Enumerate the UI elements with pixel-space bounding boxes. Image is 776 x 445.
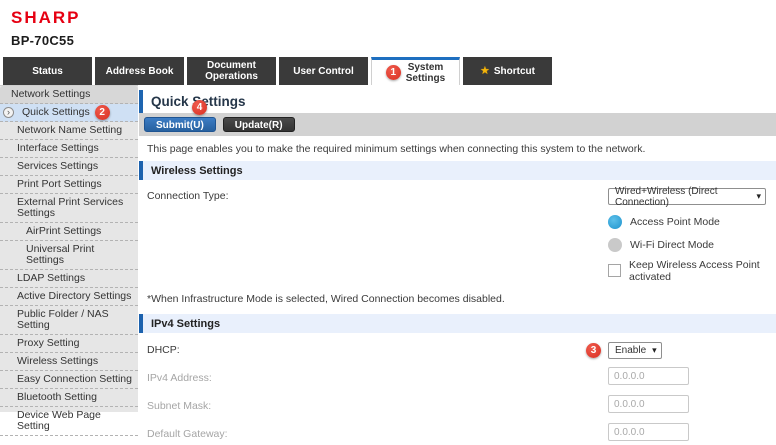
main-content: Quick Settings 4 Submit(U) Update(R) Thi… — [138, 85, 776, 412]
sidebar-item-external-print-services[interactable]: External Print Services Settings — [0, 194, 138, 223]
body: Network Settings › Quick Settings 2 Networ… — [0, 85, 776, 412]
tab-system-settings-label: System Settings — [406, 62, 445, 84]
sidebar-item-airprint-settings[interactable]: AirPrint Settings — [0, 223, 138, 241]
wifi-direct-mode-label: Wi-Fi Direct Mode — [630, 239, 714, 251]
access-point-mode-option: Access Point Mode — [608, 214, 776, 229]
wifi-direct-mode-radio[interactable] — [608, 238, 622, 252]
star-icon: ★ — [480, 66, 490, 77]
callout-badge-2: 2 — [95, 105, 110, 120]
current-page-arrow-icon: › — [3, 107, 14, 118]
ipv4-address-label: IPv4 Address: — [138, 370, 212, 387]
tab-user-control[interactable]: User Control — [279, 57, 368, 85]
sidebar-item-print-port-settings[interactable]: Print Port Settings — [0, 176, 138, 194]
sidebar-item-quick-settings-label: Quick Settings — [22, 106, 90, 118]
tab-bar: Status Address Book Document Operations … — [0, 57, 776, 85]
keep-wireless-ap-checkbox[interactable] — [608, 264, 621, 277]
sidebar-item-quick-settings[interactable]: › Quick Settings 2 — [0, 104, 138, 122]
subnet-mask-input — [608, 395, 689, 413]
page-description: This page enables you to make the requir… — [147, 143, 776, 155]
dhcp-select[interactable]: Enable ▾ — [608, 342, 662, 359]
ipv4-address-input — [608, 367, 689, 385]
keep-wireless-ap-option: Keep Wireless Access Point activated — [608, 263, 776, 278]
page-title: Quick Settings — [139, 90, 776, 113]
sidebar-item-device-web-page-setting[interactable]: Device Web Page Setting — [0, 407, 138, 436]
sidebar-item-wireless-settings[interactable]: Wireless Settings — [0, 353, 138, 371]
wifi-direct-mode-option: Wi-Fi Direct Mode — [608, 237, 776, 252]
subnet-mask-label: Subnet Mask: — [138, 398, 211, 415]
tab-address-book[interactable]: Address Book — [95, 57, 184, 85]
dhcp-row: DHCP: 3 Enable ▾ — [138, 342, 776, 361]
sidebar: Network Settings › Quick Settings 2 Networ… — [0, 85, 138, 412]
tab-status[interactable]: Status — [3, 57, 92, 85]
chevron-down-icon: ▾ — [652, 345, 657, 356]
connection-type-value: Wired+Wireless (Direct Connection) — [615, 186, 750, 208]
callout-badge-3: 3 — [586, 343, 601, 358]
connection-type-label: Connection Type: — [138, 188, 229, 205]
sidebar-item-services-settings[interactable]: Services Settings — [0, 158, 138, 176]
toolbar: Submit(U) Update(R) — [139, 113, 776, 136]
infrastructure-mode-note: *When Infrastructure Mode is selected, W… — [147, 293, 776, 305]
sidebar-item-bluetooth-setting[interactable]: Bluetooth Setting — [0, 389, 138, 407]
update-button[interactable]: Update(R) — [223, 117, 295, 132]
keep-wireless-ap-label: Keep Wireless Access Point activated — [629, 259, 776, 283]
sidebar-item-network-name-setting[interactable]: Network Name Setting — [0, 122, 138, 140]
access-point-mode-label: Access Point Mode — [630, 216, 720, 228]
sidebar-item-public-folder-nas-setting[interactable]: Public Folder / NAS Setting — [0, 306, 138, 335]
tab-document-operations[interactable]: Document Operations — [187, 57, 276, 85]
section-ipv4-settings: IPv4 Settings — [139, 314, 776, 333]
device-model: BP-70C55 — [11, 33, 776, 48]
tab-shortcut-label: Shortcut — [494, 66, 535, 77]
tab-shortcut[interactable]: ★ Shortcut — [463, 57, 552, 85]
default-gateway-row: Default Gateway: — [138, 426, 776, 445]
connection-type-select[interactable]: Wired+Wireless (Direct Connection) ▾ — [608, 188, 766, 205]
default-gateway-label: Default Gateway: — [138, 426, 228, 443]
dhcp-label: DHCP: — [138, 342, 180, 359]
header: SHARP BP-70C55 — [0, 0, 776, 57]
callout-badge-1: 1 — [386, 65, 401, 80]
sidebar-item-universal-print-settings[interactable]: Universal Print Settings — [0, 241, 138, 270]
ipv4-address-row: IPv4 Address: — [138, 370, 776, 389]
sharp-logo: SHARP — [11, 8, 776, 28]
subnet-mask-row: Subnet Mask: — [138, 398, 776, 417]
sidebar-item-ldap-settings[interactable]: LDAP Settings — [0, 270, 138, 288]
connection-type-row: Connection Type: Wired+Wireless (Direct … — [138, 188, 776, 206]
page: SHARP BP-70C55 Status Address Book Docum… — [0, 0, 776, 412]
section-wireless-settings: Wireless Settings — [139, 161, 776, 180]
sidebar-item-interface-settings[interactable]: Interface Settings — [0, 140, 138, 158]
chevron-down-icon: ▾ — [756, 191, 761, 202]
sidebar-item-proxy-setting[interactable]: Proxy Setting — [0, 335, 138, 353]
dhcp-value: Enable — [615, 345, 646, 356]
tab-system-settings[interactable]: 1 System Settings — [371, 57, 460, 85]
default-gateway-input — [608, 423, 689, 441]
sidebar-item-active-directory-settings[interactable]: Active Directory Settings — [0, 288, 138, 306]
sidebar-item-network-settings[interactable]: Network Settings — [0, 86, 138, 104]
callout-badge-4: 4 — [192, 100, 207, 115]
access-point-mode-radio[interactable] — [608, 215, 622, 229]
submit-button[interactable]: Submit(U) — [144, 117, 216, 132]
sidebar-item-easy-connection-setting[interactable]: Easy Connection Setting — [0, 371, 138, 389]
